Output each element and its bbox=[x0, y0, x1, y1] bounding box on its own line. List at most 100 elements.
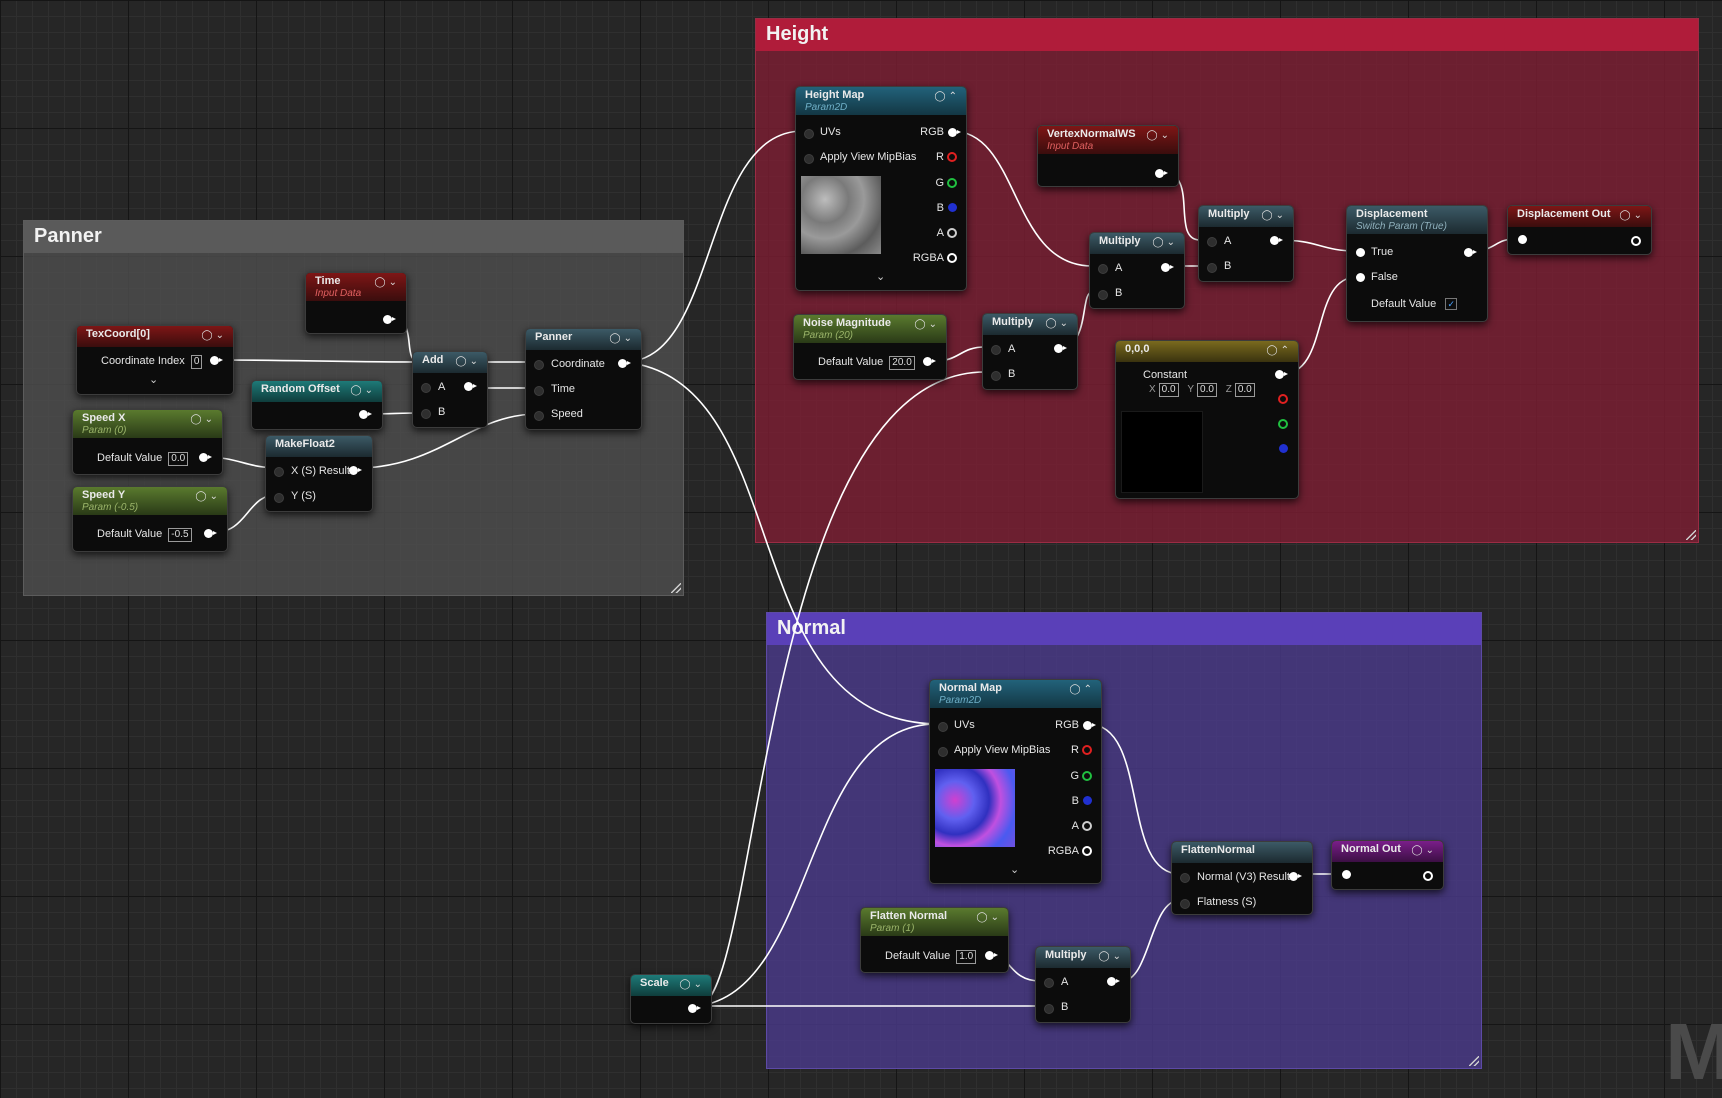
header-options-icon[interactable]: ◯⌄ bbox=[1619, 210, 1645, 221]
resize-grip-icon[interactable] bbox=[1686, 530, 1696, 540]
node-multiply-2[interactable]: Multiply ◯⌄ A B bbox=[1089, 232, 1185, 309]
rgba-output-pin[interactable] bbox=[947, 253, 957, 263]
output-pin[interactable] bbox=[923, 357, 936, 366]
g-output-pin[interactable] bbox=[1082, 771, 1092, 781]
y-input-pin[interactable] bbox=[274, 493, 284, 503]
r-output-pin[interactable] bbox=[1082, 745, 1092, 755]
header-options-icon[interactable]: ◯⌄ bbox=[1146, 130, 1172, 141]
node-header[interactable]: Multiply ◯⌄ bbox=[1090, 233, 1184, 254]
expand-chevron-icon[interactable]: ⌄ bbox=[1010, 863, 1019, 876]
header-options-icon[interactable]: ◯⌄ bbox=[1411, 845, 1437, 856]
x-value-input[interactable]: 0.0 bbox=[1158, 383, 1179, 397]
preview-collapse-icon[interactable]: ◯⌃ bbox=[1069, 684, 1095, 695]
node-header[interactable]: MakeFloat2 bbox=[266, 436, 372, 457]
default-value-input[interactable]: -0.5 bbox=[168, 528, 192, 542]
uvs-input-pin[interactable] bbox=[804, 129, 814, 139]
header-options-icon[interactable]: ◯⌄ bbox=[1152, 237, 1178, 248]
a-input-pin[interactable] bbox=[421, 383, 431, 393]
node-header[interactable]: Normal Out ◯⌄ bbox=[1332, 841, 1443, 862]
mipbias-input-pin[interactable] bbox=[804, 154, 814, 164]
node-header[interactable]: Scale ◯⌄ bbox=[631, 975, 711, 996]
node-header[interactable]: Add ◯⌄ bbox=[413, 352, 487, 373]
default-value-input[interactable]: 1.0 bbox=[956, 950, 977, 964]
r-output-pin[interactable] bbox=[947, 152, 957, 162]
b-input-pin[interactable] bbox=[991, 371, 1001, 381]
header-options-icon[interactable]: ◯⌄ bbox=[195, 491, 221, 502]
node-header[interactable]: Flatten Normal Param (1) ◯⌄ bbox=[861, 908, 1008, 936]
node-displacement-out[interactable]: Displacement Out ◯⌄ bbox=[1507, 205, 1652, 255]
output-pin[interactable] bbox=[464, 382, 477, 391]
node-header[interactable]: Time Input Data ◯⌄ bbox=[306, 273, 406, 301]
output-pin[interactable] bbox=[1423, 871, 1433, 881]
header-options-icon[interactable]: ◯⌄ bbox=[914, 319, 940, 330]
comment-height-header[interactable]: Height bbox=[756, 19, 1698, 51]
speed-input-pin[interactable] bbox=[534, 411, 544, 421]
g-output-pin[interactable] bbox=[947, 178, 957, 188]
output-pin[interactable] bbox=[618, 359, 631, 368]
r-output-pin[interactable] bbox=[1278, 394, 1288, 404]
node-header[interactable]: Multiply ◯⌄ bbox=[1199, 206, 1293, 227]
node-speed-x[interactable]: Speed X Param (0) ◯⌄ Default Value 0.0 bbox=[72, 409, 223, 475]
node-random-offset[interactable]: Random Offset ◯⌄ bbox=[251, 380, 383, 430]
expand-chevron-icon[interactable]: ⌄ bbox=[876, 270, 885, 283]
flatness-input-pin[interactable] bbox=[1180, 899, 1190, 909]
a-input-pin[interactable] bbox=[1098, 264, 1108, 274]
output-pin[interactable] bbox=[1464, 248, 1477, 257]
node-header[interactable]: Random Offset ◯⌄ bbox=[252, 381, 382, 402]
node-header[interactable]: Speed Y Param (-0.5) ◯⌄ bbox=[73, 487, 227, 515]
header-options-icon[interactable]: ◯⌄ bbox=[455, 356, 481, 367]
false-input-pin[interactable] bbox=[1356, 273, 1365, 282]
header-options-icon[interactable]: ◯⌄ bbox=[976, 912, 1002, 923]
node-header[interactable]: Noise Magnitude Param (20) ◯⌄ bbox=[794, 315, 946, 343]
input-pin[interactable] bbox=[1518, 235, 1527, 244]
b-output-pin[interactable] bbox=[948, 203, 957, 212]
header-options-icon[interactable]: ◯⌄ bbox=[1261, 210, 1287, 221]
header-options-icon[interactable]: ◯⌄ bbox=[679, 979, 705, 990]
a-input-pin[interactable] bbox=[991, 345, 1001, 355]
default-value-checkbox[interactable]: ✓ bbox=[1445, 298, 1458, 310]
node-header[interactable]: Displacement Switch Param (True) bbox=[1347, 206, 1487, 234]
mipbias-input-pin[interactable] bbox=[938, 747, 948, 757]
resize-grip-icon[interactable] bbox=[671, 583, 681, 593]
output-pin[interactable] bbox=[1275, 370, 1288, 379]
header-options-icon[interactable]: ◯⌄ bbox=[1098, 951, 1124, 962]
coordinate-index-input[interactable]: 0 bbox=[190, 355, 203, 369]
rgb-output-pin[interactable] bbox=[948, 128, 961, 137]
node-height-map[interactable]: Height Map Param2D ◯⌃ UVs Apply View Mip… bbox=[795, 86, 967, 291]
output-pin[interactable] bbox=[1161, 263, 1174, 272]
node-normal-out[interactable]: Normal Out ◯⌄ bbox=[1331, 840, 1444, 890]
output-pin[interactable] bbox=[1155, 169, 1168, 178]
output-pin[interactable] bbox=[1631, 236, 1641, 246]
rgb-output-pin[interactable] bbox=[1083, 721, 1096, 730]
node-add[interactable]: Add ◯⌄ A B bbox=[412, 351, 488, 428]
coordinate-input-pin[interactable] bbox=[534, 360, 544, 370]
header-options-icon[interactable]: ◯⌄ bbox=[374, 277, 400, 288]
node-normal-map[interactable]: Normal Map Param2D ◯⌃ UVs Apply View Mip… bbox=[929, 679, 1102, 884]
b-output-pin[interactable] bbox=[1083, 796, 1092, 805]
a-input-pin[interactable] bbox=[1044, 978, 1054, 988]
normal-input-pin[interactable] bbox=[1180, 873, 1190, 883]
b-input-pin[interactable] bbox=[1207, 263, 1217, 273]
preview-collapse-icon[interactable]: ◯⌃ bbox=[934, 91, 960, 102]
node-flatten-normal-param[interactable]: Flatten Normal Param (1) ◯⌄ Default Valu… bbox=[860, 907, 1009, 973]
output-pin[interactable] bbox=[1054, 344, 1067, 353]
b-input-pin[interactable] bbox=[1098, 290, 1108, 300]
node-panner[interactable]: Panner ◯⌄ Coordinate Time Speed bbox=[525, 328, 642, 430]
b-input-pin[interactable] bbox=[421, 409, 431, 419]
header-options-icon[interactable]: ◯⌄ bbox=[1045, 318, 1071, 329]
comment-normal-header[interactable]: Normal bbox=[767, 613, 1481, 645]
preview-collapse-icon[interactable]: ◯⌃ bbox=[1266, 345, 1292, 356]
b-output-pin[interactable] bbox=[1279, 444, 1288, 453]
expand-chevron-icon[interactable]: ⌄ bbox=[149, 373, 158, 386]
output-pin[interactable] bbox=[985, 951, 998, 960]
node-multiply-3[interactable]: Multiply ◯⌄ A B bbox=[982, 313, 1078, 390]
header-options-icon[interactable]: ◯⌄ bbox=[190, 414, 216, 425]
node-header[interactable]: Multiply ◯⌄ bbox=[1036, 947, 1130, 968]
header-options-icon[interactable]: ◯⌄ bbox=[609, 333, 635, 344]
a-output-pin[interactable] bbox=[947, 228, 957, 238]
node-time[interactable]: Time Input Data ◯⌄ bbox=[305, 272, 407, 334]
uvs-input-pin[interactable] bbox=[938, 722, 948, 732]
x-input-pin[interactable] bbox=[274, 467, 284, 477]
node-header[interactable]: Height Map Param2D ◯⌃ bbox=[796, 87, 966, 115]
rgba-output-pin[interactable] bbox=[1082, 846, 1092, 856]
